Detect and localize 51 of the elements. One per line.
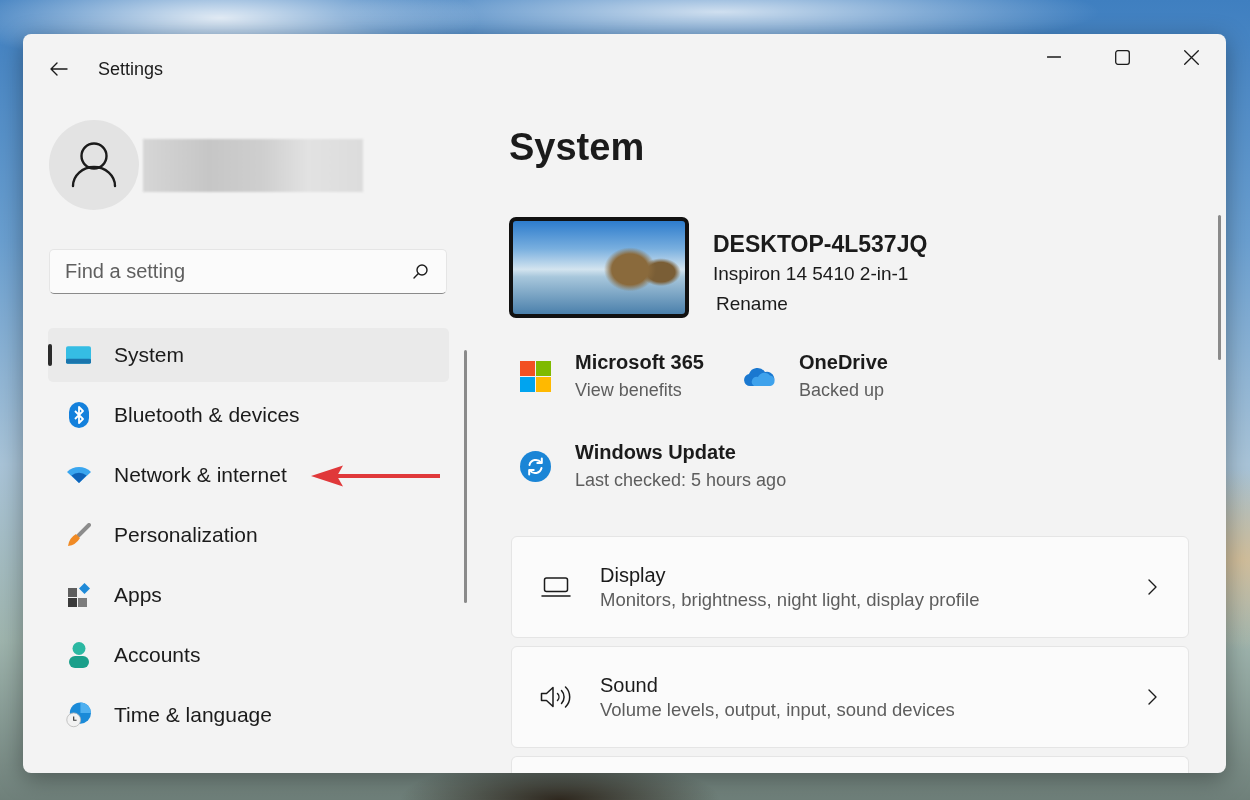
sidebar-item[interactable]: System — [48, 328, 449, 382]
cloud-icon — [744, 366, 775, 386]
device-name: DESKTOP-4L537JQ — [713, 230, 928, 259]
scrollbar-thumb[interactable] — [1218, 215, 1221, 360]
search-icon — [413, 264, 428, 279]
bluetooth-icon — [68, 402, 89, 428]
chevron-right-icon — [1148, 689, 1157, 705]
apps-icon — [67, 583, 90, 607]
settings-card[interactable]: Sound Volume levels, output, input, sound devices — [511, 646, 1189, 748]
sidebar-item[interactable]: Personalization — [48, 508, 449, 562]
rename-link[interactable]: Rename — [713, 289, 788, 319]
tile-title: Windows Update — [575, 440, 737, 464]
chevron-right-icon — [1148, 579, 1157, 595]
person-icon — [67, 642, 90, 668]
device-model: Inspiron 14 5410 2-in-1 — [713, 262, 910, 286]
minimize-icon — [1046, 56, 1061, 58]
search-field[interactable]: Find a setting — [49, 249, 447, 294]
scrollbar-thumb[interactable] — [464, 350, 467, 603]
sync-icon — [520, 450, 551, 482]
tile-subtitle: Backed up — [799, 379, 886, 402]
avatar-icon — [49, 120, 139, 210]
settings-card[interactable] — [511, 756, 1189, 773]
tile-subtitle: View benefits — [575, 379, 683, 402]
selection-indicator — [48, 344, 52, 366]
close-icon — [1184, 49, 1199, 65]
maximize-icon — [1115, 49, 1130, 65]
card-title: Display — [600, 562, 667, 587]
status-tile[interactable]: Windows Update Last checked: 5 hours ago — [511, 430, 797, 502]
sidebar-item[interactable]: Time & language — [48, 688, 449, 742]
sidebar-item[interactable]: Accounts — [48, 628, 449, 682]
four-squares-icon — [520, 360, 551, 392]
page-title: System — [509, 125, 646, 170]
globe-clock-icon — [66, 702, 91, 728]
status-tile[interactable]: OneDrive Backed up — [735, 340, 959, 412]
window-title: Settings — [98, 58, 164, 81]
settings-card[interactable]: Display Monitors, brightness, night light, display profile — [511, 536, 1189, 638]
tile-title: OneDrive — [799, 350, 888, 374]
back-arrow-icon — [50, 62, 68, 76]
tile-title: Microsoft 365 — [575, 350, 704, 374]
card-subtitle: Monitors, brightness, night light, display profile — [600, 587, 981, 612]
sidebar-item[interactable]: Bluetooth & devices — [48, 388, 449, 442]
paintbrush-icon — [66, 523, 91, 547]
status-tile[interactable]: Microsoft 365 View benefits — [511, 340, 735, 412]
speaker-icon — [540, 684, 571, 710]
card-title: Sound — [600, 672, 659, 697]
wifi-icon — [66, 467, 91, 483]
card-subtitle: Volume levels, output, input, sound devices — [600, 697, 956, 722]
sidebar-item[interactable]: Apps — [48, 568, 449, 622]
laptop-icon — [540, 577, 571, 597]
tile-subtitle: Last checked: 5 hours ago — [575, 469, 787, 492]
display-icon — [66, 346, 91, 364]
